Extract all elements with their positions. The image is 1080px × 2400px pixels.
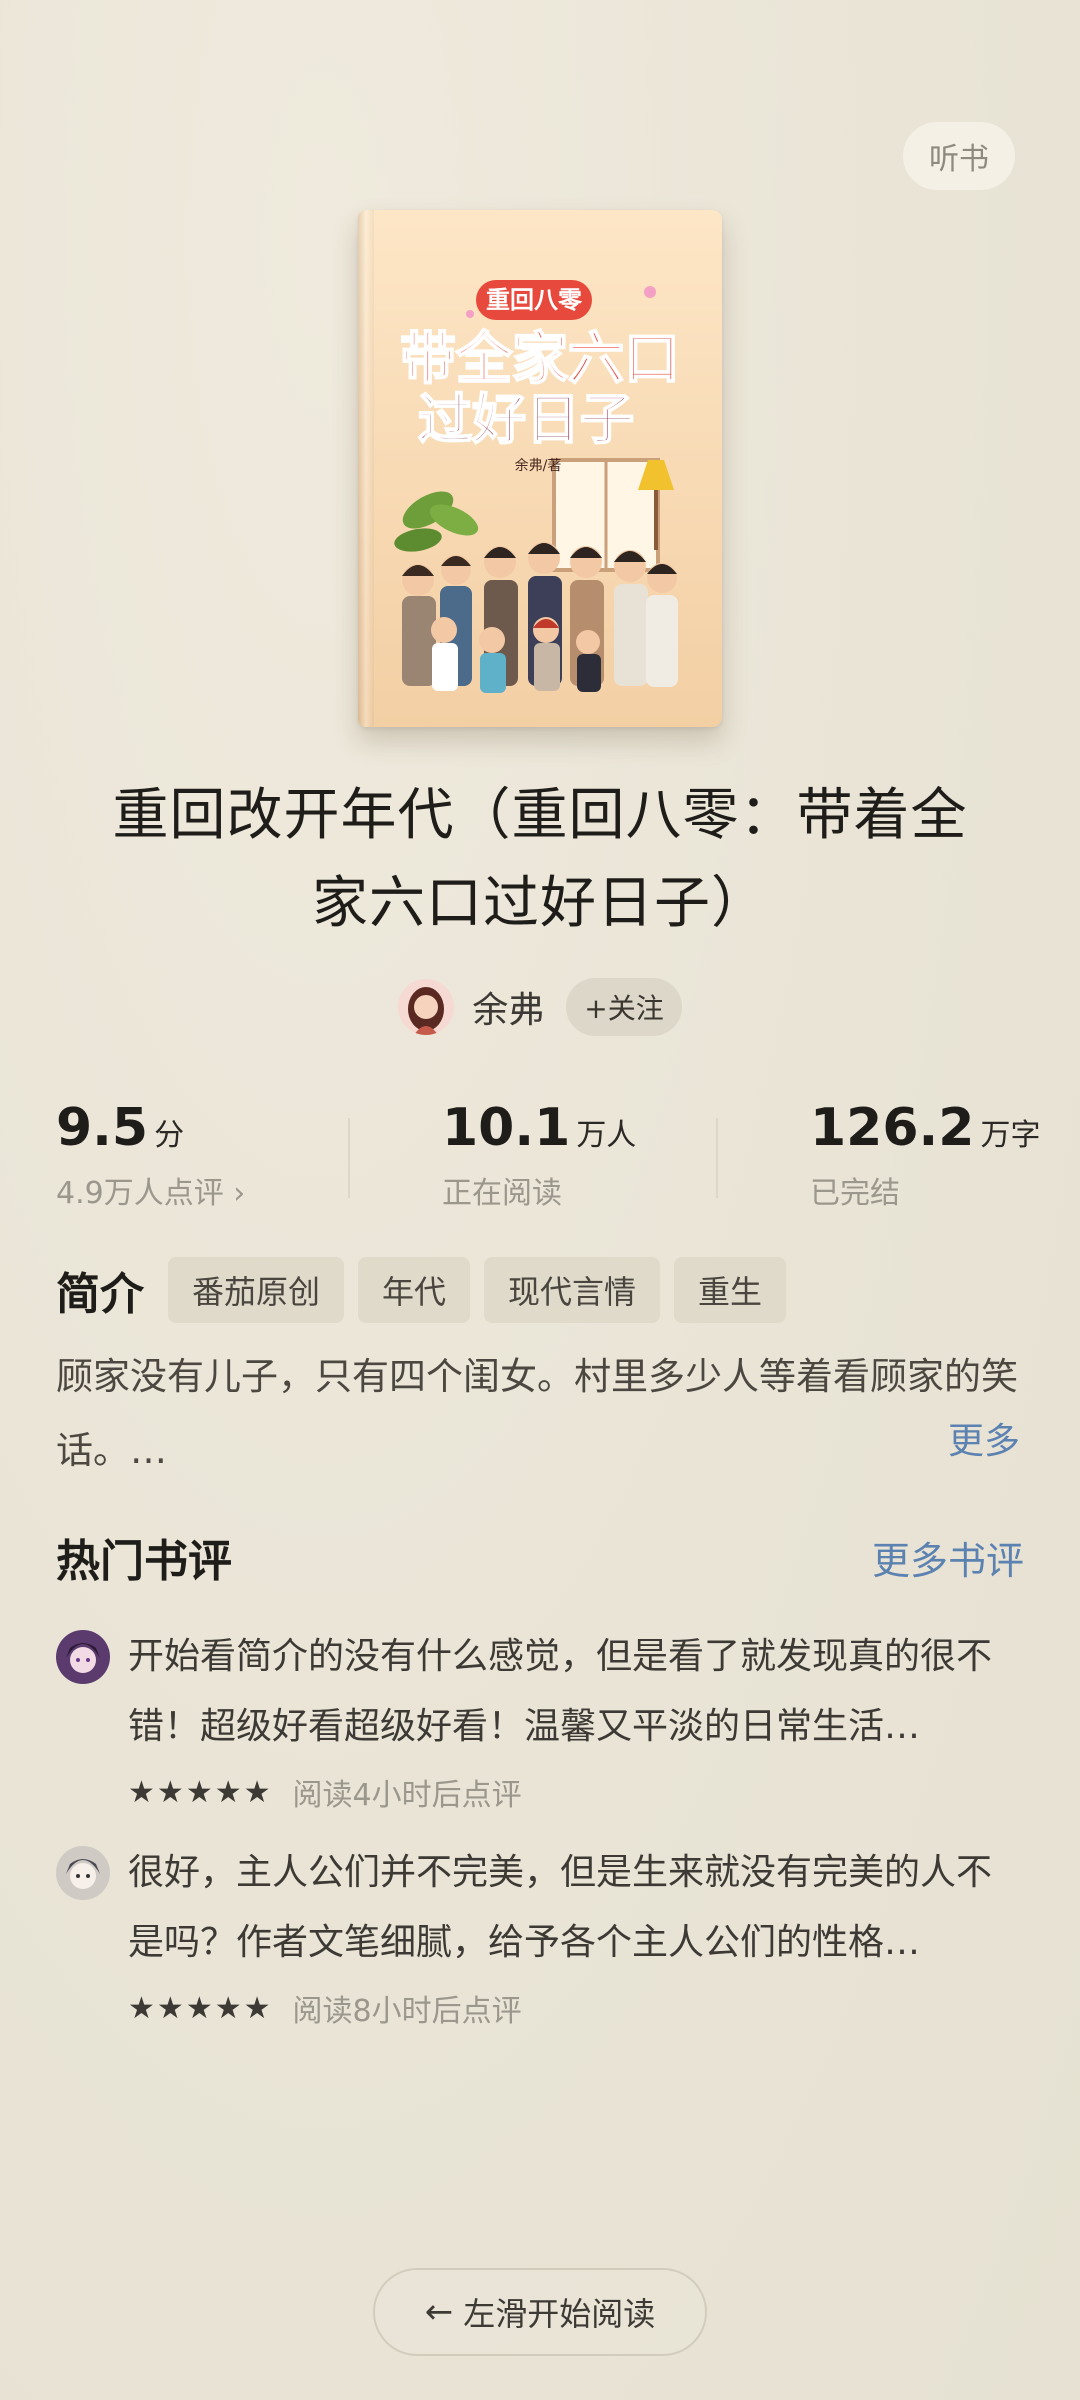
synopsis-text[interactable]: 顾家没有儿子，只有四个闺女。村里多少人等着看顾家的笑话。…: [56, 1340, 1024, 1488]
review-text: 开始看简介的没有什么感觉，但是看了就发现真的很不错！超级好看超级好看！温馨又平淡…: [128, 1636, 993, 1747]
tag-item[interactable]: 年代: [358, 1257, 471, 1323]
star-icon: ★: [128, 1774, 155, 1810]
cover-title-line2: 过好日子: [418, 388, 634, 451]
star-icon: ★: [185, 1774, 213, 1810]
readers-unit: 万人: [576, 1118, 637, 1153]
review-meta: ★ ★ ★ ★ ★ 阅读8小时后点评: [128, 1986, 522, 2030]
reviewer-avatar-icon: [56, 1846, 110, 1900]
cover-author-mark: 余弗/著: [515, 457, 562, 474]
review-text: 很好，主人公们并不完美，但是生来就没有完美的人不是吗？作者文笔细腻，给予各个主人…: [128, 1852, 993, 1963]
readers-stat: 10.1 万人 正在阅读: [442, 1098, 636, 1212]
rating-count: 4.9万人点评 ›: [56, 1176, 246, 1211]
star-icon: ★: [156, 1774, 184, 1810]
star-icon: ★: [156, 1990, 184, 2026]
tag-item[interactable]: 现代言情: [484, 1257, 661, 1323]
words-stat: 126.2 万字 已完结: [810, 1098, 1040, 1212]
stats-row: 9.5 分 4.9万人点评 › 10.1 万人 正在阅读 126.2 万字 已完结: [0, 1098, 1080, 1218]
more-reviews-link[interactable]: 更多书评: [872, 1530, 1024, 1585]
star-rating: ★ ★ ★ ★ ★: [128, 1775, 273, 1810]
rating-unit: 分: [154, 1118, 185, 1153]
author-avatar[interactable]: [398, 979, 455, 1035]
book-title: 重回改开年代（重回八零：带着全家六口过好日子）: [112, 783, 968, 936]
words-value: 126.2: [810, 1098, 975, 1158]
status-label: 已完结: [810, 1176, 900, 1211]
intro-row: 简介 番茄原创 年代 现代言情 重生: [56, 1257, 800, 1323]
star-rating: ★ ★ ★ ★ ★: [128, 1991, 273, 2026]
review-time: 阅读8小时后点评: [292, 1994, 522, 2029]
review-item[interactable]: 开始看简介的没有什么感觉，但是看了就发现真的很不错！超级好看超级好看！温馨又平淡…: [56, 1622, 1024, 1822]
follow-button[interactable]: +关注: [566, 978, 682, 1036]
reviewer-avatar[interactable]: [56, 1630, 110, 1684]
rating-stat[interactable]: 9.5 分 4.9万人点评 ›: [56, 1098, 245, 1212]
readers-label: 正在阅读: [442, 1176, 562, 1211]
intro-title: 简介: [56, 1269, 144, 1320]
star-icon: ★: [214, 1774, 242, 1810]
review-item[interactable]: 很好，主人公们并不完美，但是生来就没有完美的人不是吗？作者文笔细腻，给予各个主人…: [56, 1838, 1024, 2038]
cover-series-text: 重回八零: [486, 286, 583, 314]
review-meta: ★ ★ ★ ★ ★ 阅读4小时后点评: [128, 1770, 522, 1814]
stat-divider: [716, 1118, 718, 1198]
book-cover[interactable]: 重回八零 带全家六口 过好日子 余弗/著: [358, 210, 722, 727]
author-avatar-icon: [398, 979, 455, 1035]
reviewer-avatar[interactable]: [56, 1846, 110, 1900]
readers-value: 10.1: [442, 1098, 571, 1158]
author-name[interactable]: 余弗: [472, 981, 544, 1033]
star-icon: ★: [128, 1990, 155, 2026]
cover-illustration: 重回八零 带全家六口 过好日子 余弗/著: [358, 210, 722, 727]
words-unit: 万字: [980, 1118, 1041, 1153]
start-reading-label: 左滑开始阅读: [463, 2295, 656, 2333]
star-icon: ★: [185, 1990, 213, 2026]
review-time: 阅读4小时后点评: [292, 1778, 522, 1813]
reviewer-avatar-icon: [56, 1630, 110, 1684]
tag-item[interactable]: 重生: [674, 1257, 787, 1323]
cover-spine: [358, 210, 374, 727]
star-icon: ★: [243, 1990, 271, 2026]
arrow-left-icon: ←: [424, 2292, 454, 2332]
book-detail-page: 听书 重回八零 带全家六口 过好日子 余弗/著 重回改开年代（重回八零：带着全家…: [0, 0, 1080, 2400]
rating-value: 9.5: [56, 1098, 149, 1158]
synopsis-more-link[interactable]: 更多: [948, 1412, 1020, 1464]
reviews-header: 热门书评 更多书评: [56, 1525, 1024, 1589]
stat-divider: [348, 1118, 350, 1198]
reviews-title: 热门书评: [56, 1536, 232, 1587]
tag-item[interactable]: 番茄原创: [168, 1257, 345, 1323]
cover-title-line1: 带全家六口: [400, 327, 680, 392]
start-reading-button[interactable]: ← 左滑开始阅读: [373, 2268, 707, 2356]
listen-button[interactable]: 听书: [903, 122, 1015, 190]
star-icon: ★: [214, 1990, 242, 2026]
star-icon: ★: [243, 1774, 271, 1810]
author-row: 余弗 +关注: [0, 977, 1080, 1037]
